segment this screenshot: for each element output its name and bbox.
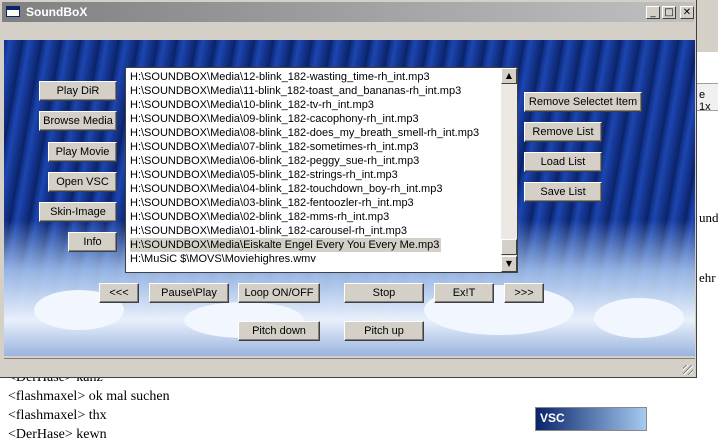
playlist-item[interactable]: H:\SOUNDBOX\Media\01-blink_182-carousel-… (130, 224, 502, 238)
pitch-down-button[interactable]: Pitch down (238, 321, 320, 341)
playlist-item[interactable]: H:\SOUNDBOX\Media\03-blink_182-fentoozle… (130, 196, 502, 210)
app-window-icon (6, 6, 20, 17)
scrollbar-thumb[interactable] (501, 239, 517, 255)
playlist-item-selected[interactable]: H:\SOUNDBOX\Media\Eiskalte Engel Every Y… (130, 238, 441, 252)
play-movie-button[interactable]: Play Movie (48, 142, 117, 162)
chat-line: <flashmaxel> ok mal suchen (8, 389, 170, 404)
playlist-item[interactable]: H:\MuSiC $\MOVS\Moviehighres.wmv (130, 252, 502, 266)
loop-toggle-button[interactable]: Loop ON/OFF (238, 283, 320, 303)
snow-decoration (594, 298, 684, 338)
background-text-fragment: ehr (699, 270, 716, 285)
playlist-item[interactable]: H:\SOUNDBOX\Media\11-blink_182-toast_and… (130, 84, 502, 98)
pitch-up-button[interactable]: Pitch up (344, 321, 424, 341)
background-tab-label: e 1x (699, 89, 711, 113)
playlist-item[interactable]: H:\SOUNDBOX\Media\07-blink_182-sometimes… (130, 140, 502, 154)
maximize-icon[interactable]: □ (662, 6, 676, 19)
playlist[interactable]: H:\SOUNDBOX\Media\12-blink_182-wasting_t… (125, 67, 518, 273)
stop-button[interactable]: Stop (344, 283, 424, 303)
playlist-scrollbar[interactable]: ▲ ▼ (501, 68, 517, 272)
close-icon[interactable]: ✕ (680, 6, 694, 19)
play-dir-button[interactable]: Play DiR (39, 81, 117, 101)
next-button[interactable]: >>> (504, 283, 544, 303)
playlist-item[interactable]: H:\SOUNDBOX\Media\12-blink_182-wasting_t… (130, 70, 502, 84)
playlist-item[interactable]: H:\SOUNDBOX\Media\04-blink_182-touchdown… (130, 182, 502, 196)
playlist-item[interactable]: H:\SOUNDBOX\Media\09-blink_182-cacophony… (130, 112, 502, 126)
previous-button[interactable]: <<< (99, 283, 139, 303)
exit-button[interactable]: Ex!T (434, 283, 494, 303)
browse-media-button[interactable]: Browse Media (39, 111, 117, 131)
vsc-window-title: VSC (540, 411, 565, 425)
scroll-down-icon[interactable]: ▼ (501, 256, 517, 272)
load-list-button[interactable]: Load List (524, 152, 602, 172)
soundbox-window: SoundBoX _ □ ✕ Play DiR Browse Media Pla… (0, 0, 697, 378)
remove-list-button[interactable]: Remove List (524, 122, 602, 142)
title-bar[interactable]: SoundBoX _ □ ✕ (2, 2, 694, 22)
scroll-up-icon[interactable]: ▲ (501, 68, 517, 84)
playlist-item[interactable]: H:\SOUNDBOX\Media\02-blink_182-mms-rh_in… (130, 210, 502, 224)
skin-image-button[interactable]: Skin-Image (39, 202, 117, 222)
info-button[interactable]: Info (68, 232, 117, 252)
background-text-fragment: und (699, 210, 718, 225)
remove-selected-item-button[interactable]: Remove Selectet Item (524, 92, 642, 112)
playlist-item[interactable]: H:\SOUNDBOX\Media\06-blink_182-peggy_sue… (130, 154, 502, 168)
chat-line: <flashmaxel> thx (8, 408, 107, 423)
window-title: SoundBoX (26, 5, 88, 19)
minimize-icon[interactable]: _ (646, 6, 660, 19)
open-vsc-button[interactable]: Open VSC (48, 172, 117, 192)
background-window-toolbar (697, 0, 718, 52)
playlist-item[interactable]: H:\SOUNDBOX\Media\08-blink_182-does_my_b… (130, 126, 502, 140)
status-bar (4, 358, 695, 377)
chat-line: <DerHase> kewn (8, 427, 107, 442)
playlist-item[interactable]: H:\SOUNDBOX\Media\05-blink_182-strings-r… (130, 168, 502, 182)
vsc-window-titlebar[interactable]: VSC (535, 407, 647, 431)
playlist-item[interactable]: H:\SOUNDBOX\Media\10-blink_182-tv-rh_int… (130, 98, 502, 112)
save-list-button[interactable]: Save List (524, 182, 602, 202)
pause-play-button[interactable]: Pause\Play (149, 283, 229, 303)
resize-grip-icon[interactable] (683, 365, 693, 375)
